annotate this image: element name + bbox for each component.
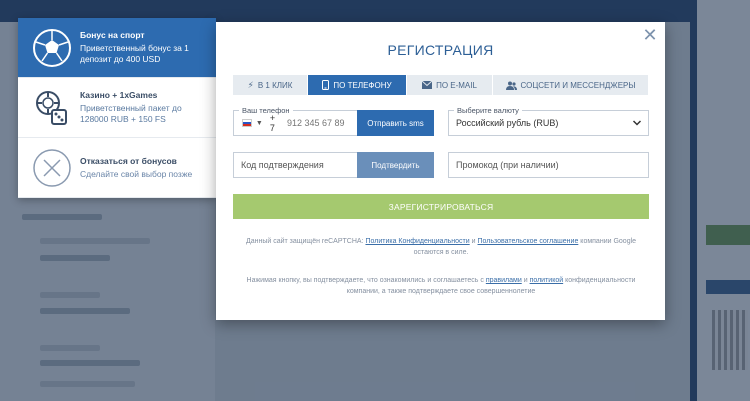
modal-title: РЕГИСТРАЦИЯ: [387, 42, 494, 58]
bonus-description: Сделайте свой выбор позже: [80, 168, 193, 179]
currency-label: Выберите валюту: [454, 106, 522, 115]
tab-one-click[interactable]: ⚡ В 1 КЛИК: [233, 75, 308, 95]
bonus-option-casino[interactable]: Казино + 1xGames Приветственный пакет до…: [18, 78, 216, 138]
note-text: и: [471, 238, 476, 245]
chevron-down-icon[interactable]: ▼: [256, 120, 263, 127]
chevron-down-icon: [632, 120, 642, 126]
privacy-link[interactable]: политикой: [530, 277, 564, 284]
close-circle-icon: [33, 149, 71, 187]
bonus-title: Казино + 1xGames: [80, 90, 158, 100]
phone-label: Ваш телефон: [239, 106, 293, 115]
rules-link[interactable]: правилами: [486, 277, 522, 284]
tab-label: СОЦСЕТИ И МЕССЕНДЖЕРЫ: [520, 80, 636, 90]
bonus-panel: Бонус на спорт Приветственный бонус за 1…: [18, 18, 216, 198]
users-icon: [505, 81, 517, 90]
confirmation-code-field[interactable]: Код подтверждения: [233, 152, 357, 178]
casino-chips-icon: [36, 91, 67, 125]
russia-flag-icon[interactable]: [242, 119, 252, 127]
mobile-phone-icon: [322, 80, 330, 90]
agreement-note: Нажимая кнопку, вы подтверждаете, что оз…: [233, 275, 649, 297]
user-agreement-link[interactable]: Пользовательское соглашение: [478, 238, 579, 245]
tab-label: ПО ТЕЛЕФОНУ: [333, 80, 392, 90]
registration-modal: ✕ РЕГИСТРАЦИЯ ⚡ В 1 КЛИК ПО ТЕЛЕФОНУ ПО …: [216, 22, 665, 320]
bonus-description: Приветственный пакет до 128000 RUB + 150…: [80, 103, 182, 124]
promo-code-field[interactable]: Промокод (при наличии): [448, 152, 649, 178]
tab-social-messengers[interactable]: СОЦСЕТИ И МЕССЕНДЖЕРЫ: [493, 75, 648, 95]
bonus-option-decline[interactable]: Отказаться от бонусов Сделайте свой выбо…: [18, 138, 216, 198]
envelope-icon: [422, 81, 433, 89]
confirm-button[interactable]: Подтвердить: [357, 152, 434, 178]
lightning-icon: ⚡: [247, 79, 254, 90]
register-button[interactable]: ЗАРЕГИСТРИРОВАТЬСЯ: [233, 194, 649, 219]
note-text: Данный сайт защищён reCAPTCHA:: [245, 238, 364, 245]
send-sms-button[interactable]: Отправить sms: [357, 110, 434, 136]
tab-by-phone[interactable]: ПО ТЕЛЕФОНУ: [308, 75, 407, 95]
tab-label: В 1 КЛИК: [257, 80, 293, 90]
country-code: + 7: [269, 113, 276, 133]
bonus-option-sport[interactable]: Бонус на спорт Приветственный бонус за 1…: [18, 18, 216, 78]
tab-by-email[interactable]: ПО E-MAIL: [407, 75, 493, 95]
tab-label: ПО E-MAIL: [436, 80, 477, 90]
recaptcha-note: Данный сайт защищён reCAPTCHA: Политика …: [233, 236, 649, 258]
registration-tabs: ⚡ В 1 КЛИК ПО ТЕЛЕФОНУ ПО E-MAIL СОЦСЕТИ…: [233, 75, 648, 95]
note-text: Нажимая кнопку, вы подтверждаете, что оз…: [246, 277, 484, 284]
bonus-title: Бонус на спорт: [80, 30, 145, 40]
promo-code-placeholder: Промокод (при наличии): [456, 160, 559, 170]
confirmation-code-placeholder: Код подтверждения: [241, 160, 324, 170]
bonus-description: Приветственный бонус за 1 депозит до 400…: [80, 43, 189, 64]
note-text: и: [523, 277, 528, 284]
privacy-policy-link[interactable]: Политика Конфиденциальности: [365, 238, 469, 245]
soccer-ball-icon: [33, 29, 71, 67]
bonus-title: Отказаться от бонусов: [80, 155, 177, 166]
currency-selected: Российский рубль (RUB): [456, 118, 559, 128]
phone-input[interactable]: [287, 118, 357, 128]
